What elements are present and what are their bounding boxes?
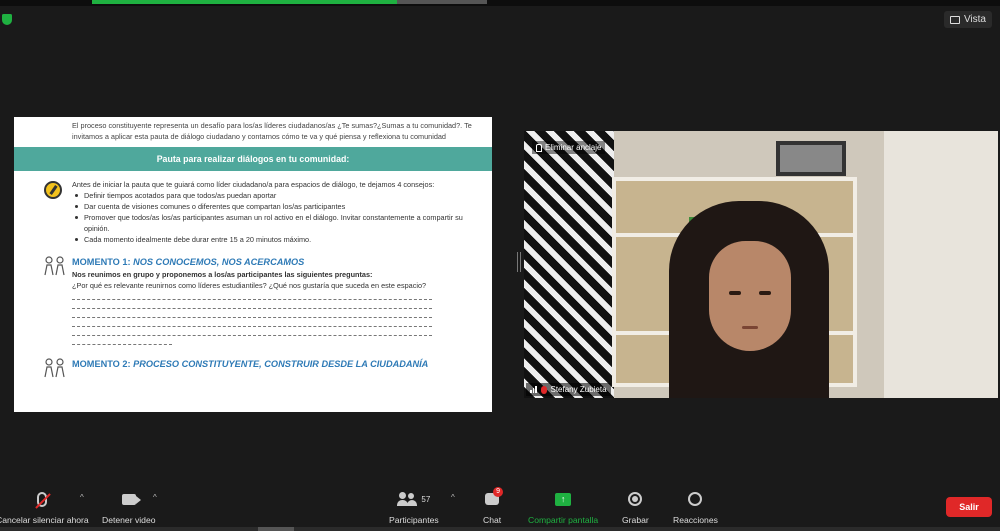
answer-line xyxy=(72,318,432,327)
doc-intro: El proceso constituyente representa un d… xyxy=(72,121,472,141)
unpin-button[interactable]: Eliminar anclaje xyxy=(532,141,606,154)
people-icon xyxy=(44,358,65,378)
record-icon xyxy=(628,492,643,506)
moment-1-prefix: MOMENTO 1: xyxy=(72,257,134,267)
grid-view-icon xyxy=(949,15,960,24)
view-button[interactable]: Vista xyxy=(943,11,992,28)
tips-intro: Antes de iniciar la pauta que te guiará … xyxy=(72,180,435,189)
chat-button[interactable]: 9 Chat xyxy=(483,487,503,525)
chat-label: Chat xyxy=(483,515,502,525)
participant-name: Stefany Zubieta xyxy=(550,385,607,394)
participant-person xyxy=(669,201,829,398)
moment-1-question: ¿Por qué es relevante reunirnos como líd… xyxy=(72,281,427,290)
unmute-button[interactable]: Cancelar silenciar ahora xyxy=(0,489,89,525)
participants-count: 57 xyxy=(421,494,431,504)
view-button-label: Vista xyxy=(963,14,986,25)
doc-tips: Antes de iniciar la pauta que te guiará … xyxy=(14,171,492,245)
taskbar-segment xyxy=(258,527,294,531)
video-curtain xyxy=(524,131,614,398)
answer-line xyxy=(72,309,432,318)
leave-button[interactable]: Salir xyxy=(946,497,992,517)
moment-1-title: MOMENTO 1: NOS CONOCEMOS, NOS ACERCAMOS xyxy=(72,255,472,269)
person-eye xyxy=(759,291,771,295)
smiley-icon xyxy=(688,492,703,506)
security-shield-icon[interactable] xyxy=(2,14,12,25)
person-mouth xyxy=(742,326,758,329)
reactions-button[interactable]: Reacciones xyxy=(673,489,718,525)
tip-item: Cada momento idealmente debe durar entre… xyxy=(74,234,472,245)
share-screen-button[interactable]: ↑ Compartir pantalla xyxy=(528,489,598,525)
signal-icon xyxy=(530,386,537,393)
chat-icon: 9 xyxy=(485,487,503,505)
mic-muted-icon xyxy=(540,385,547,394)
people-icon xyxy=(44,256,65,276)
unmute-label: Cancelar silenciar ahora xyxy=(0,515,89,525)
answer-line xyxy=(72,336,172,345)
sharing-indicator-bar-end xyxy=(397,0,487,4)
moment-2: MOMENTO 2: PROCESO CONSTITUYENTE, CONSTR… xyxy=(14,357,492,378)
video-wall xyxy=(884,131,998,398)
participants-button[interactable]: 57 Participantes xyxy=(389,489,439,525)
chat-unread-badge: 9 xyxy=(493,487,503,497)
shared-screen-document: El proceso constituyente representa un d… xyxy=(14,117,492,412)
stop-video-button[interactable]: Detener video xyxy=(102,489,156,525)
moment-2-title: MOMENTO 2: PROCESO CONSTITUYENTE, CONSTR… xyxy=(72,357,472,371)
record-label: Grabar xyxy=(622,515,649,525)
microphone-muted-icon xyxy=(37,491,48,507)
person-face xyxy=(709,241,791,351)
video-options-chevron-icon[interactable]: ^ xyxy=(153,493,157,502)
tip-item: Definir tiempos acotados para que todos/… xyxy=(74,190,472,201)
tips-list: Definir tiempos acotados para que todos/… xyxy=(72,190,472,245)
video-picture-frame xyxy=(776,141,846,176)
answer-line xyxy=(72,291,432,300)
reactions-label: Reacciones xyxy=(673,515,718,525)
taskbar-strip xyxy=(0,527,1000,531)
share-screen-icon: ↑ xyxy=(555,492,572,506)
tip-item: Promover que todos/as los/as participant… xyxy=(74,212,472,234)
unpin-label: Eliminar anclaje xyxy=(545,143,602,152)
participants-label: Participantes xyxy=(389,515,439,525)
participants-options-chevron-icon[interactable]: ^ xyxy=(451,493,455,502)
answer-line xyxy=(72,300,432,309)
pin-icon xyxy=(536,143,542,152)
video-camera-icon xyxy=(121,493,141,505)
top-progress-strip xyxy=(0,0,1000,6)
moment-1-name: NOS CONOCEMOS, NOS ACERCAMOS xyxy=(133,257,305,267)
moment-2-prefix: MOMENTO 2: xyxy=(72,359,134,369)
participant-video[interactable]: Eliminar anclaje Stefany Zubieta xyxy=(524,131,998,398)
tip-item: Dar cuenta de visiones comunes o diferen… xyxy=(74,201,472,212)
audio-options-chevron-icon[interactable]: ^ xyxy=(80,493,84,502)
doc-banner: Pauta para realizar diálogos en tu comun… xyxy=(14,147,492,171)
participants-icon xyxy=(397,492,418,506)
record-button[interactable]: Grabar xyxy=(622,489,649,525)
moment-1-lead: Nos reunimos en grupo y proponemos a los… xyxy=(72,270,373,279)
moment-1: MOMENTO 1: NOS CONOCEMOS, NOS ACERCAMOS … xyxy=(14,255,492,345)
share-screen-label: Compartir pantalla xyxy=(528,515,599,525)
stop-video-label: Detener video xyxy=(102,515,156,525)
participant-name-tag: Stefany Zubieta xyxy=(526,383,611,396)
answer-line xyxy=(72,327,432,336)
sharing-indicator-bar xyxy=(92,0,397,4)
meeting-toolbar: Cancelar silenciar ahora ^ Detener video… xyxy=(0,483,1000,531)
person-eye xyxy=(729,291,741,295)
split-view-handle[interactable] xyxy=(517,252,521,272)
moment-2-name: PROCESO CONSTITUYENTE, CONSTRUIR DESDE L… xyxy=(133,359,429,369)
compass-icon xyxy=(44,181,62,199)
